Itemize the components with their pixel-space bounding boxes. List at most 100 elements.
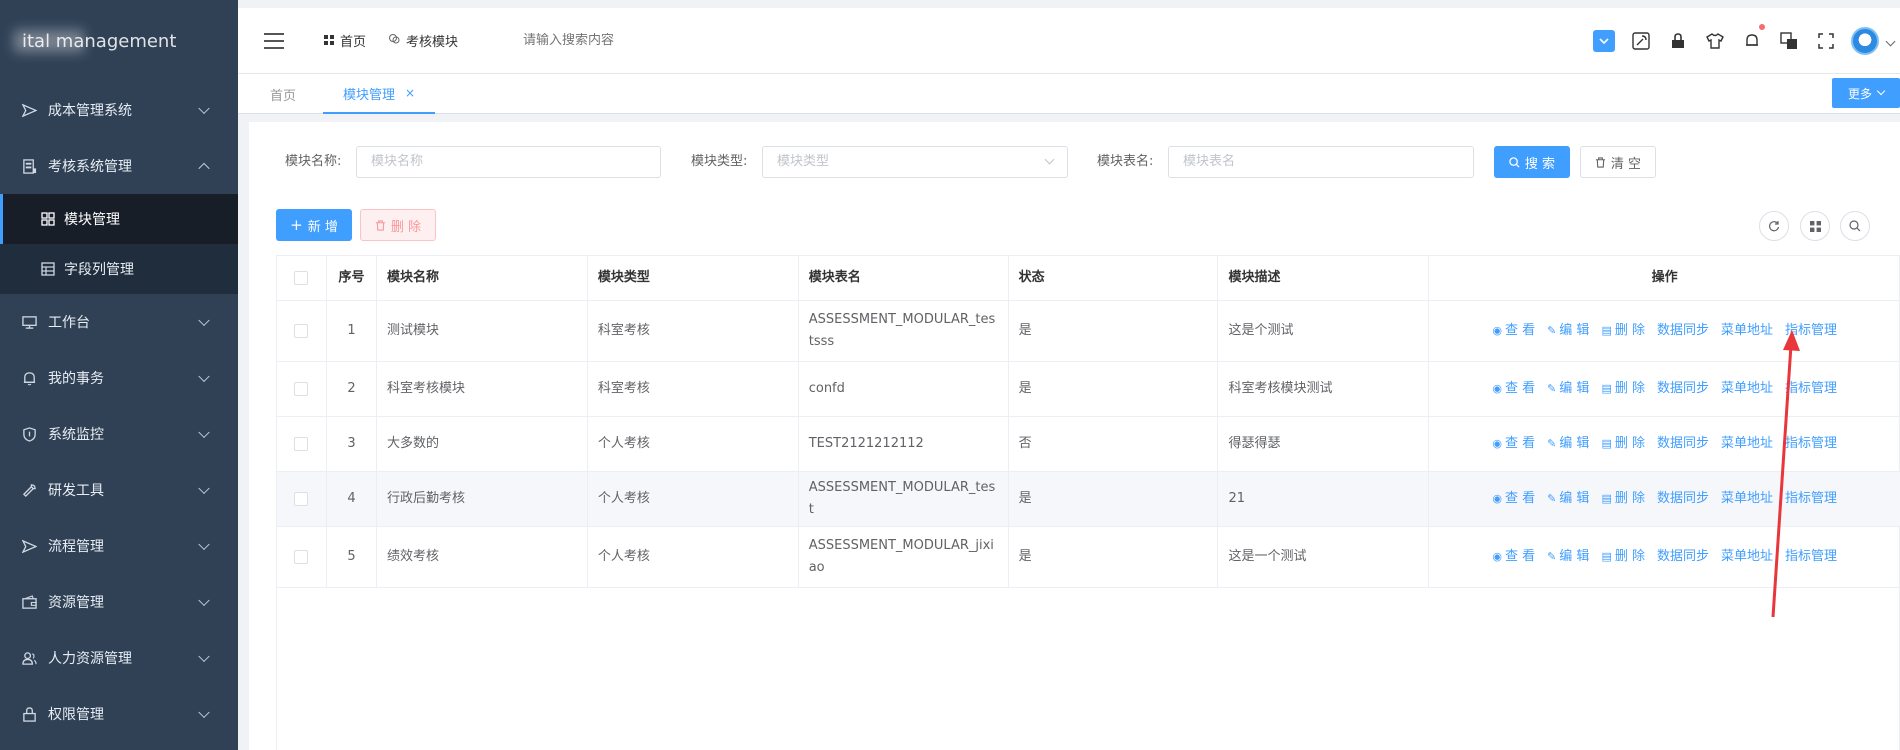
delete-link[interactable]: ▤ 删 除 [1601,433,1645,455]
close-icon[interactable]: × [405,86,415,100]
menu-item-assessment[interactable]: 考核系统管理 [0,138,238,194]
menu-address-link[interactable]: 菜单地址 [1721,488,1773,510]
menu-address-link[interactable]: 菜单地址 [1721,546,1773,568]
bell-icon[interactable] [1741,24,1765,52]
index-management-link[interactable]: 指标管理 [1785,378,1837,400]
cell-actions: ◉ 查 看 ✎ 编 辑 ▤ 删 除 数据同步 菜单地址 指标管理 [1429,472,1900,526]
sync-link[interactable]: 数据同步 [1657,488,1709,510]
edit-link[interactable]: ✎ 编 辑 [1547,320,1589,342]
delete-button[interactable]: 删 除 [360,209,436,241]
nav-home-link[interactable]: 首页 [324,31,366,50]
row-checkbox[interactable] [294,382,309,396]
hamburger-icon[interactable] [264,32,284,49]
cell-no: 1 [327,301,377,361]
shirt-icon[interactable] [1704,30,1726,52]
search-toggle-icon[interactable] [1840,211,1870,241]
cell-actions: ◉ 查 看 ✎ 编 辑 ▤ 删 除 数据同步 菜单地址 指标管理 [1429,527,1900,587]
cell-type: 科室考核 [588,301,799,361]
tag-home[interactable]: 首页 [270,74,296,114]
translate-icon[interactable] [1778,30,1800,52]
sub-item-module-management[interactable]: 模块管理 [0,194,238,244]
grid-icon [324,34,334,48]
edit-link[interactable]: ✎ 编 辑 [1547,433,1589,455]
menu-address-link[interactable]: 菜单地址 [1721,378,1773,400]
lock-icon[interactable] [1667,30,1689,52]
edit-link[interactable]: ✎ 编 辑 [1547,378,1589,400]
menu-item-permissions[interactable]: 权限管理 [0,686,238,742]
menu-item-affairs[interactable]: 我的事务 [0,350,238,406]
view-link[interactable]: ◉ 查 看 [1492,320,1535,342]
select-all-checkbox[interactable] [294,271,309,285]
module-name-input[interactable]: 模块名称 [356,146,661,178]
cell-table: ASSESSMENT_MODULAR_test [799,472,1009,526]
menu-address-link[interactable]: 菜单地址 [1721,433,1773,455]
index-management-link[interactable]: 指标管理 [1785,320,1837,342]
chevron-down-icon [198,314,210,327]
menu-item-workbench[interactable]: 工作台 [0,294,238,350]
clear-button[interactable]: 清 空 [1580,146,1656,178]
row-checkbox[interactable] [294,550,309,564]
view-label: 查 看 [1504,323,1536,338]
cell-desc: 得瑟得瑟 [1218,417,1430,471]
dropdown-select-icon[interactable] [1593,30,1615,52]
menu-item-devtools[interactable]: 研发工具 [0,462,238,518]
edit-link[interactable]: ✎ 编 辑 [1547,546,1589,568]
cell-table: TEST2121212112 [799,417,1009,471]
tools-icon[interactable] [1630,30,1652,52]
module-table-input[interactable]: 模块表名 [1168,146,1474,178]
more-button[interactable]: 更多 [1832,78,1900,108]
delete-link[interactable]: ▤ 删 除 [1601,488,1645,510]
cell-no: 5 [327,527,377,587]
global-search-input[interactable] [523,33,724,48]
tag-module-management[interactable]: 模块管理 × [323,74,436,114]
row-checkbox[interactable] [294,437,309,451]
sync-link[interactable]: 数据同步 [1657,546,1709,568]
refresh-icon[interactable] [1759,211,1789,241]
module-type-select[interactable]: 模块类型 [762,146,1068,178]
search-button[interactable]: 搜 索 [1494,146,1570,178]
menu-item-resources[interactable]: 资源管理 [0,574,238,630]
sync-link[interactable]: 数据同步 [1657,320,1709,342]
cell-status: 是 [1009,527,1219,587]
view-link[interactable]: ◉ 查 看 [1492,433,1535,455]
cell-name: 测试模块 [377,301,588,361]
menu-label: 人力资源管理 [48,651,132,667]
trash-icon [1595,156,1606,168]
nav-module-link[interactable]: 考核模块 [388,31,458,50]
index-management-link[interactable]: 指标管理 [1785,488,1837,510]
row-checkbox[interactable] [294,324,309,338]
delete-link[interactable]: ▤ 删 除 [1601,546,1645,568]
user-avatar[interactable] [1851,27,1879,55]
menu-label: 研发工具 [48,483,104,499]
view-link[interactable]: ◉ 查 看 [1492,546,1535,568]
add-button[interactable]: + 新 增 [276,209,352,241]
lock-icon [20,705,38,723]
columns-icon[interactable] [1800,211,1830,241]
menu-item-process[interactable]: 流程管理 [0,518,238,574]
sub-item-field-management[interactable]: 字段列管理 [0,244,238,294]
view-label: 查 看 [1504,491,1536,506]
edit-link[interactable]: ✎ 编 辑 [1547,488,1589,510]
index-management-link[interactable]: 指标管理 [1785,546,1837,568]
chevron-down-icon[interactable] [1885,36,1896,46]
row-checkbox[interactable] [294,492,309,506]
header-cell: 模块名称 [377,256,588,300]
fullscreen-icon[interactable] [1815,30,1837,52]
menu-item-monitor[interactable]: 系统监控 [0,406,238,462]
menu-item-hr[interactable]: 人力资源管理 [0,630,238,686]
chevron-down-icon [198,594,210,607]
view-link[interactable]: ◉ 查 看 [1492,378,1535,400]
view-link[interactable]: ◉ 查 看 [1492,488,1535,510]
view-label: 查 看 [1504,549,1536,564]
menu-item-cost[interactable]: 成本管理系统 [0,82,238,138]
index-management-link[interactable]: 指标管理 [1785,433,1837,455]
chevron-down-icon [198,706,210,719]
grid-icon [40,211,56,227]
delete-link[interactable]: ▤ 删 除 [1601,378,1645,400]
sync-link[interactable]: 数据同步 [1657,433,1709,455]
menu-address-link[interactable]: 菜单地址 [1721,320,1773,342]
sync-link[interactable]: 数据同步 [1657,378,1709,400]
header-cell: 序号 [327,256,377,300]
delete-link[interactable]: ▤ 删 除 [1601,320,1645,342]
delete-button-label: 删 除 [390,219,422,235]
